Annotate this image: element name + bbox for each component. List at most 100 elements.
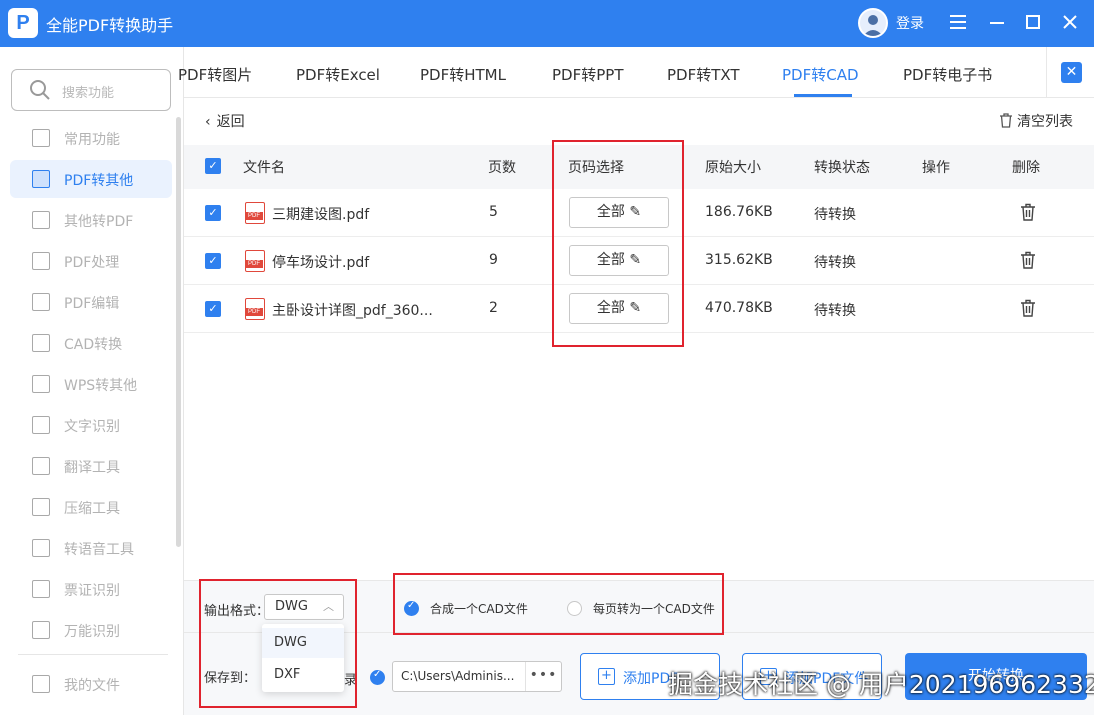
save-to-label: 保存到： <box>204 671 257 686</box>
close-tab-icon[interactable]: ✕ <box>1061 62 1082 83</box>
sidebar-item-label: 文字识别 <box>64 419 120 435</box>
sidebar-item-translate[interactable]: 翻译工具 <box>10 447 172 485</box>
title-bar: P 全能PDF转换助手 登录 <box>0 0 1094 47</box>
convert-status: 待转换 <box>814 255 856 271</box>
delete-trash-icon[interactable] <box>1020 251 1036 269</box>
edit-icon: ✎ <box>629 252 642 268</box>
sidebar-item-ticket-ocr[interactable]: 票证识别 <box>10 570 172 608</box>
format-dropdown: DWG DXF <box>262 624 344 692</box>
sidebar-item-universal-ocr[interactable]: 万能识别 <box>10 611 172 649</box>
page-select-button[interactable]: 全部 ✎ <box>569 197 669 228</box>
format-option-dxf[interactable]: DXF <box>262 660 344 690</box>
sidebar-item-pdf-process[interactable]: PDF处理 <box>10 242 172 280</box>
file-size: 186.76KB <box>705 204 773 220</box>
sidebar-item-wps-to-other[interactable]: WPS转其他 <box>10 365 172 403</box>
sidebar-item-label: CAD转换 <box>64 337 123 353</box>
tab-pdf-to-cad[interactable]: PDF转CAD <box>782 64 859 85</box>
plus-icon: + <box>598 668 615 685</box>
edit-icon: ✎ <box>629 204 642 220</box>
save-path-value: C:\Users\Adminis... <box>401 669 515 683</box>
header-delete: 删除 <box>1012 160 1040 176</box>
sidebar-item-label: 万能识别 <box>64 624 120 640</box>
pdf-to-other-icon <box>32 170 50 188</box>
output-format-label: 输出格式： <box>204 604 270 619</box>
merge-option-label: 合成一个CAD文件 <box>430 602 528 616</box>
merge-radio[interactable] <box>404 600 419 616</box>
back-button[interactable]: ‹ 返回 <box>205 111 245 131</box>
tab-pdf-to-excel[interactable]: PDF转Excel <box>296 64 380 85</box>
output-format-value: DWG <box>275 599 308 614</box>
pdf-badge: PDF <box>245 212 263 220</box>
tab-pdf-to-image[interactable]: PDF转图片 <box>178 64 252 85</box>
convert-status: 待转换 <box>814 303 856 319</box>
clear-list-button[interactable]: 清空列表 <box>999 111 1073 131</box>
header-filename: 文件名 <box>243 160 285 176</box>
pdf-file-icon: PDF <box>245 298 265 320</box>
page-count: 5 <box>489 204 498 220</box>
app-title: 全能PDF转换助手 <box>46 16 174 35</box>
sidebar-item-label: 压缩工具 <box>64 501 120 517</box>
page-select-button[interactable]: 全部 ✎ <box>569 245 669 276</box>
row-checkbox[interactable]: ✓ <box>205 301 221 317</box>
tab-pdf-to-ppt[interactable]: PDF转PPT <box>552 64 623 85</box>
tab-pdf-to-html[interactable]: PDF转HTML <box>420 64 506 85</box>
pdf-edit-icon <box>32 293 50 311</box>
header-size: 原始大小 <box>705 160 761 176</box>
page-count: 2 <box>489 300 498 316</box>
sidebar: 搜索功能 常用功能 PDF转其他 其他转PDF PDF处理 PDF编辑 CAD转… <box>0 47 184 715</box>
per-page-radio[interactable] <box>567 601 582 616</box>
sidebar-item-cad-convert[interactable]: CAD转换 <box>10 324 172 362</box>
search-input[interactable]: 搜索功能 <box>11 69 171 111</box>
tab-pdf-to-txt[interactable]: PDF转TXT <box>667 64 740 85</box>
minimize-icon[interactable] <box>985 10 1009 34</box>
menu-icon[interactable] <box>946 10 970 34</box>
close-window-icon[interactable] <box>1058 10 1082 34</box>
compress-icon <box>32 498 50 516</box>
tab-pdf-to-ebook[interactable]: PDF转电子书 <box>903 64 992 85</box>
table-header: ✓ 文件名 页数 页码选择 原始大小 转换状态 操作 删除 <box>184 145 1094 189</box>
back-label: 返回 <box>216 114 245 130</box>
other-to-pdf-icon <box>32 211 50 229</box>
sidebar-item-pdf-to-other[interactable]: PDF转其他 <box>10 160 172 198</box>
sidebar-item-label: 翻译工具 <box>64 460 120 476</box>
row-checkbox[interactable]: ✓ <box>205 205 221 221</box>
sidebar-item-label: PDF处理 <box>64 255 120 271</box>
page-select-button[interactable]: 全部 ✎ <box>569 293 669 324</box>
select-all-checkbox[interactable]: ✓ <box>205 158 221 174</box>
page-count: 9 <box>489 252 498 268</box>
speech-icon <box>32 539 50 557</box>
sidebar-item-my-files[interactable]: 我的文件 <box>10 665 172 703</box>
user-avatar-icon[interactable] <box>858 8 888 38</box>
sidebar-item-compress[interactable]: 压缩工具 <box>10 488 172 526</box>
login-link[interactable]: 登录 <box>896 13 924 33</box>
sidebar-item-common[interactable]: 常用功能 <box>10 119 172 157</box>
row-checkbox[interactable]: ✓ <box>205 253 221 269</box>
header-pages: 页数 <box>488 160 516 176</box>
sidebar-item-to-speech[interactable]: 转语音工具 <box>10 529 172 567</box>
header-status: 转换状态 <box>814 160 870 176</box>
custom-path-radio[interactable] <box>370 669 385 685</box>
sidebar-item-pdf-edit[interactable]: PDF编辑 <box>10 283 172 321</box>
page-select-label: 全部 <box>596 252 625 268</box>
browse-more-button[interactable]: ••• <box>525 662 561 691</box>
page-select-label: 全部 <box>596 204 625 220</box>
page-select-label: 全部 <box>596 300 625 316</box>
tab-bar: PDF转图片 PDF转Excel PDF转HTML PDF转PPT PDF转TX… <box>178 47 1094 98</box>
save-path-input[interactable]: C:\Users\Adminis... ••• <box>392 661 562 692</box>
wps-icon <box>32 375 50 393</box>
output-format-select[interactable]: DWG ︿ <box>264 594 344 620</box>
pdf-process-icon <box>32 252 50 270</box>
delete-trash-icon[interactable] <box>1020 203 1036 221</box>
sidebar-item-ocr[interactable]: 文字识别 <box>10 406 172 444</box>
pdf-badge: PDF <box>245 308 263 316</box>
format-option-dwg[interactable]: DWG <box>262 628 344 658</box>
delete-trash-icon[interactable] <box>1020 299 1036 317</box>
tab-separator <box>1046 47 1047 98</box>
trash-icon <box>1000 113 1012 128</box>
sidebar-divider <box>18 654 168 655</box>
sidebar-scrollbar[interactable] <box>176 117 181 547</box>
file-name: 主卧设计详图_pdf_360... <box>272 303 433 319</box>
table-row: ✓ PDF 主卧设计详图_pdf_360... 2 全部 ✎ 470.78KB … <box>184 285 1094 333</box>
maximize-icon[interactable] <box>1021 10 1045 34</box>
sidebar-item-other-to-pdf[interactable]: 其他转PDF <box>10 201 172 239</box>
